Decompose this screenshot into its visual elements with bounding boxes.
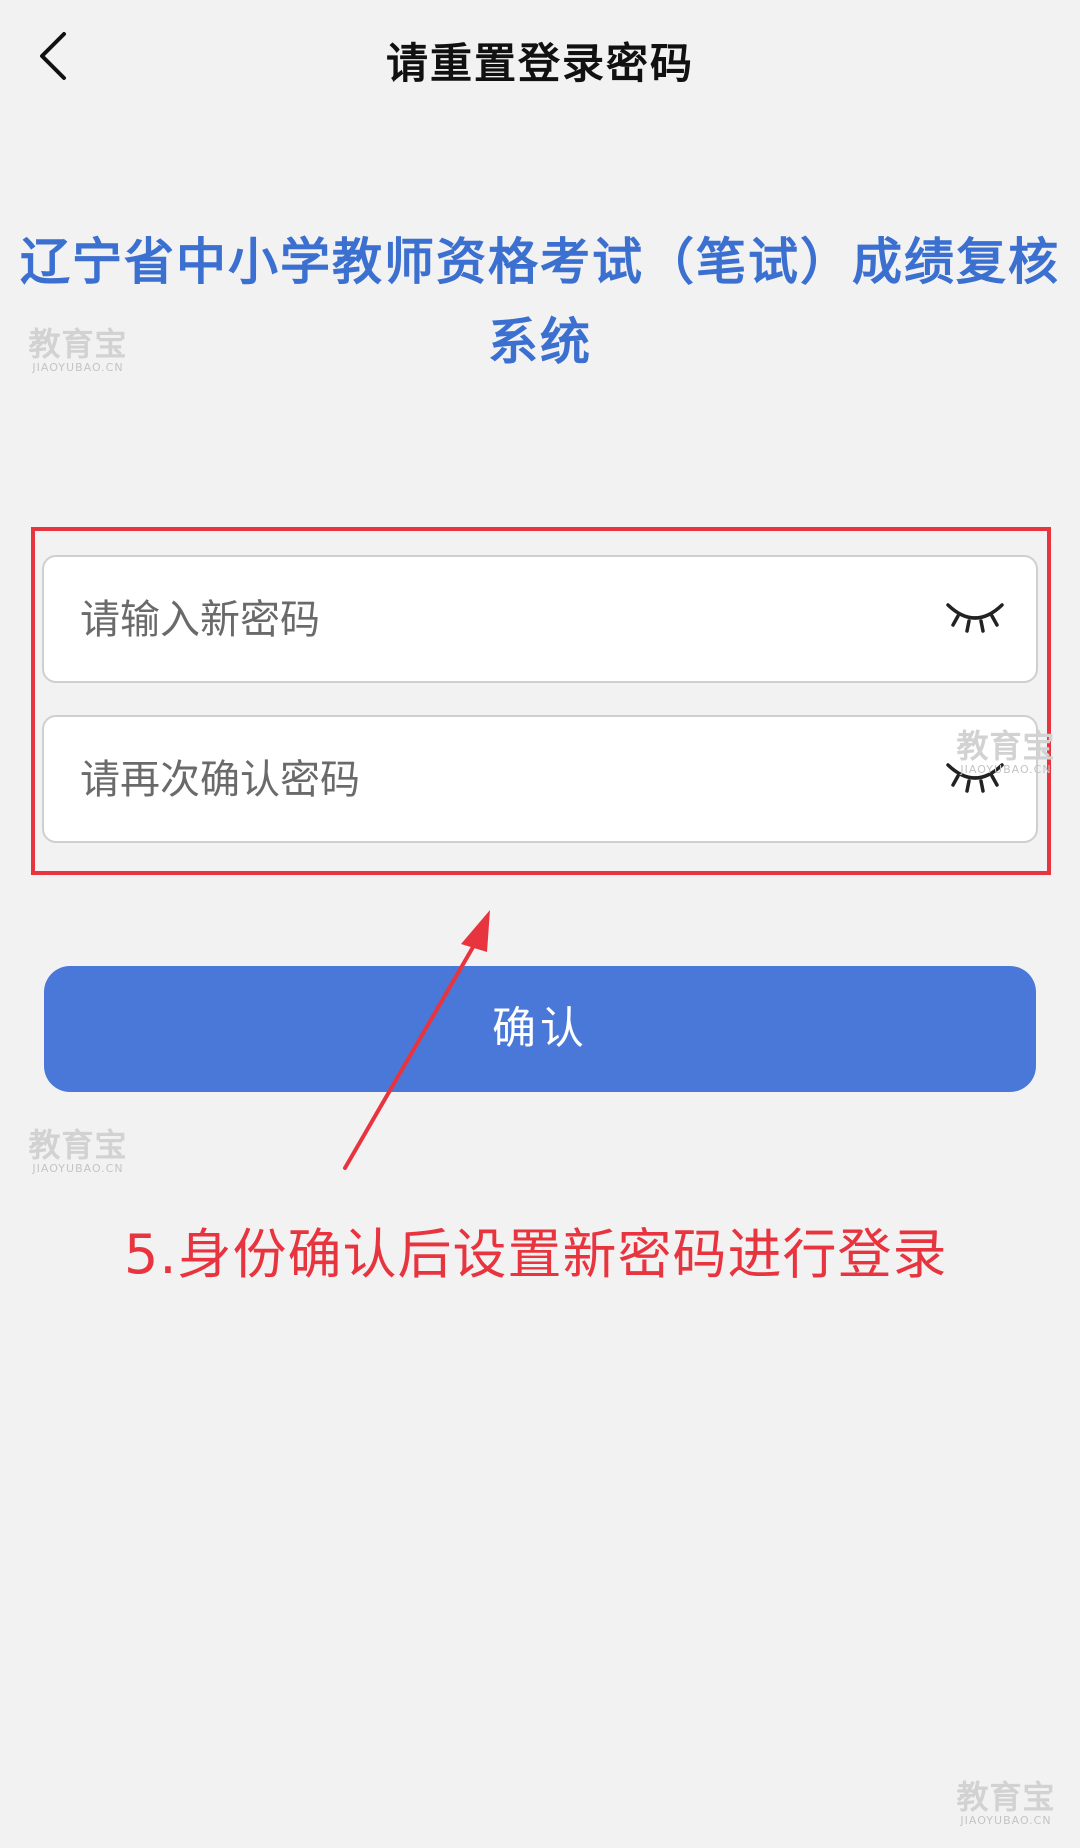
watermark-logo: 教育宝 <box>956 727 1056 765</box>
system-title: 辽宁省中小学教师资格考试（笔试）成绩复核系统 <box>20 233 1060 371</box>
new-password-field[interactable] <box>42 555 1038 683</box>
watermark-domain: JIAOYUBAO.CN <box>32 1162 124 1175</box>
annotation-text: 5.身份确认后设置新密码进行登录 <box>124 1223 948 1286</box>
nav-bar: 请重置登录密码 <box>0 0 1080 120</box>
eye-closed-icon <box>946 603 1004 633</box>
watermark-domain: JIAOYUBAO.CN <box>960 763 1052 776</box>
watermark: 教育宝 JIAOYUBAO.CN <box>18 327 138 374</box>
watermark-logo: 教育宝 <box>956 1778 1056 1816</box>
watermark: 教育宝 JIAOYUBAO.CN <box>946 1780 1066 1827</box>
confirm-password-field[interactable] <box>42 715 1038 843</box>
watermark-logo: 教育宝 <box>28 325 128 363</box>
new-password-input[interactable] <box>78 557 902 683</box>
page-title: 请重置登录密码 <box>385 39 694 88</box>
confirm-password-input[interactable] <box>78 717 902 843</box>
watermark: 教育宝 JIAOYUBAO.CN <box>946 729 1066 776</box>
watermark-domain: JIAOYUBAO.CN <box>960 1814 1052 1827</box>
watermark-logo: 教育宝 <box>28 1126 128 1164</box>
watermark: 教育宝 JIAOYUBAO.CN <box>18 1128 138 1175</box>
confirm-button[interactable]: 确认 <box>44 966 1036 1092</box>
new-password-visibility-toggle[interactable] <box>944 597 1006 637</box>
watermark-domain: JIAOYUBAO.CN <box>32 361 124 374</box>
